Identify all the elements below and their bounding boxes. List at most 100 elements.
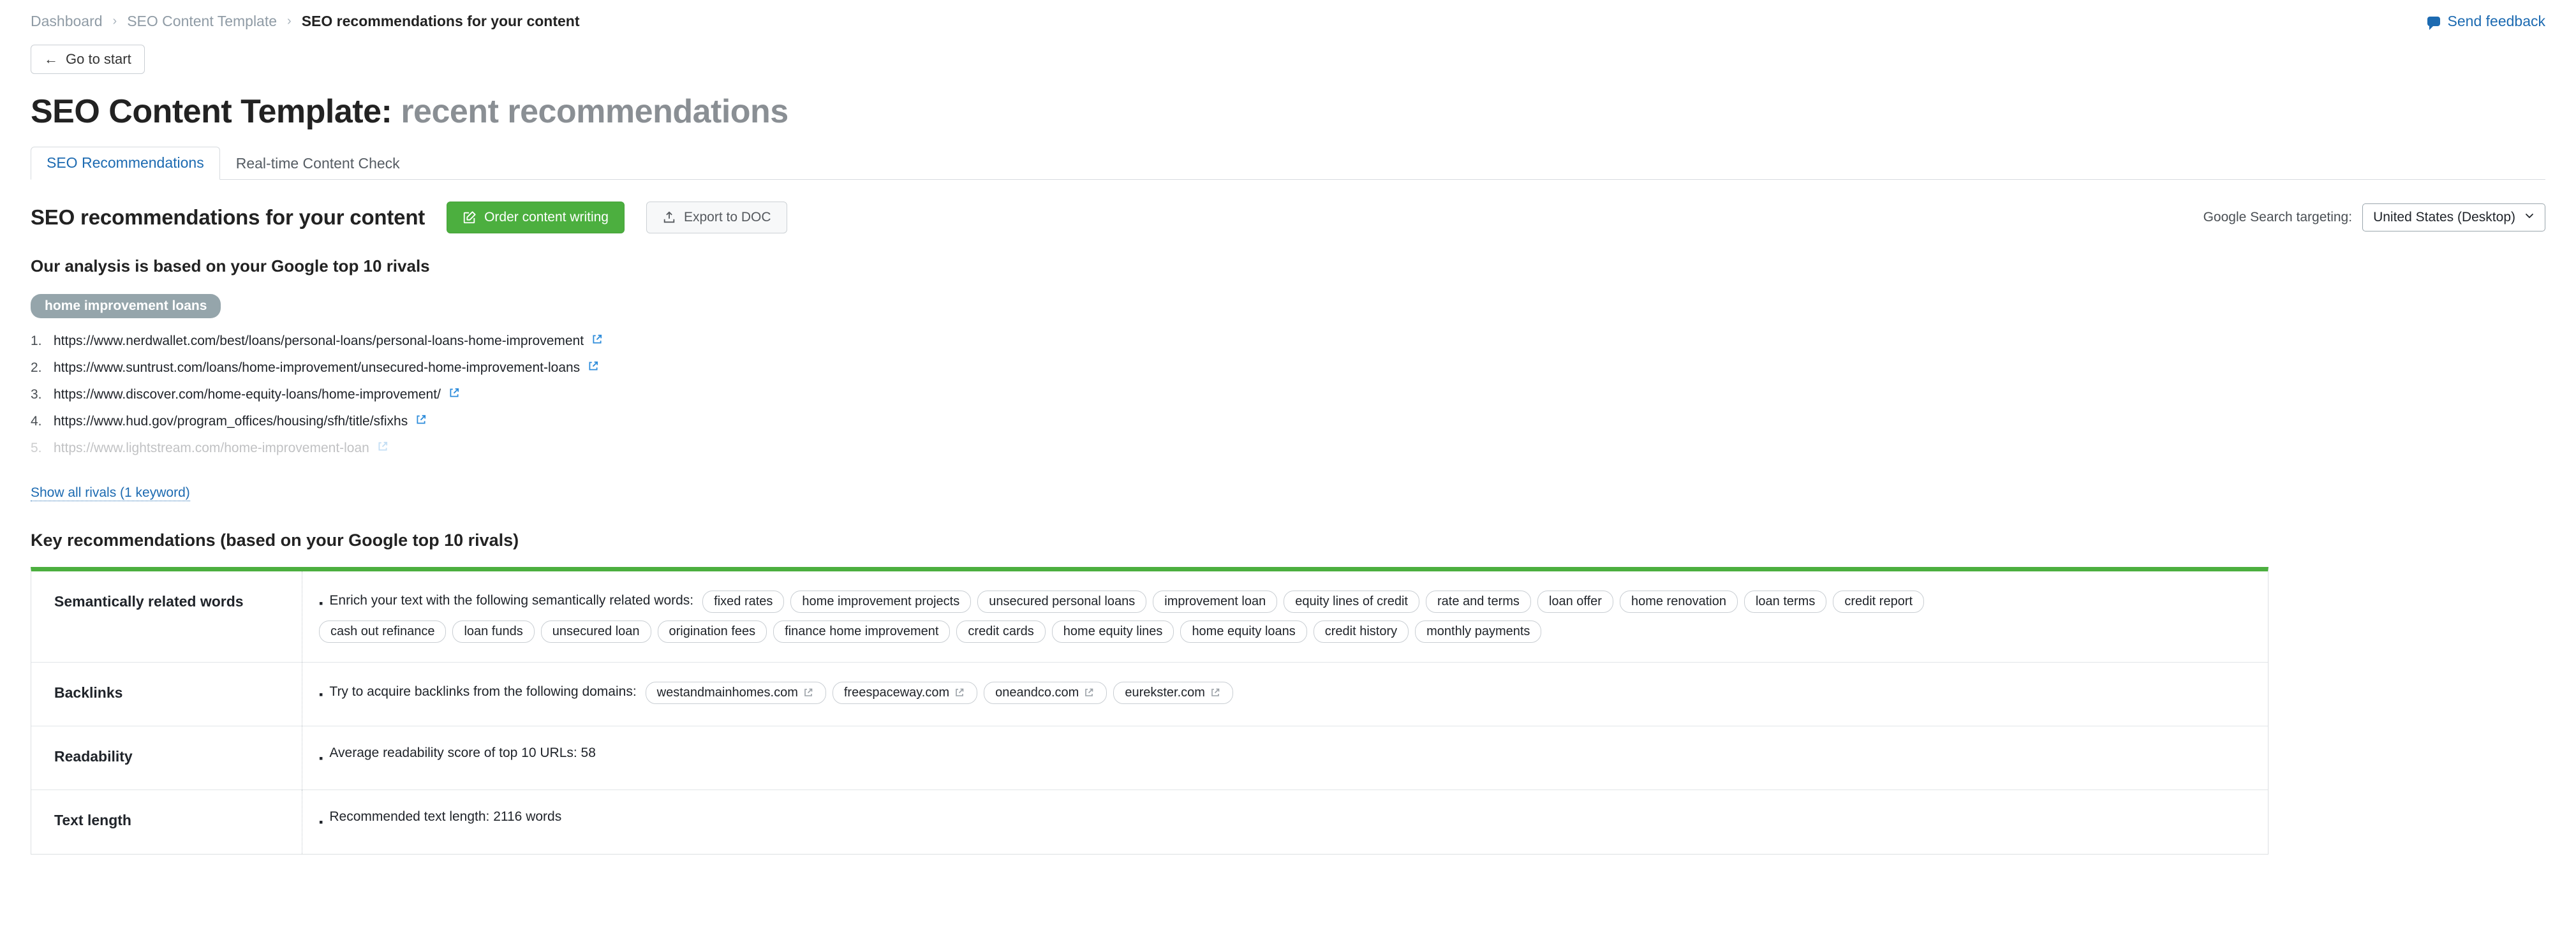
external-link-icon[interactable] <box>591 334 603 345</box>
go-to-start-label: Go to start <box>66 51 131 67</box>
rival-url[interactable]: https://www.hud.gov/program_offices/hous… <box>54 414 408 429</box>
keyword-pill[interactable]: home improvement loans <box>31 293 221 318</box>
page-title-light: recent recommendations <box>401 93 788 130</box>
table-row: Semantically related words ▪ Enrich your… <box>31 571 2268 663</box>
breadcrumb-item-current: SEO recommendations for your content <box>301 12 580 29</box>
arrow-left-icon: ← <box>44 51 58 67</box>
word-chip[interactable]: unsecured loan <box>540 620 651 643</box>
list-item[interactable]: 4. https://www.hud.gov/program_offices/h… <box>31 414 2545 429</box>
word-chip[interactable]: unsecured personal loans <box>977 590 1147 613</box>
keyword-row: home improvement loans <box>0 276 2576 318</box>
domain-chip-label: oneandco.com <box>995 685 1079 700</box>
word-chip[interactable]: home equity loans <box>1180 620 1307 643</box>
show-all-rivals-link[interactable]: Show all rivals (1 keyword) <box>31 485 190 501</box>
domain-chip[interactable]: westandmainhomes.com <box>645 681 826 704</box>
word-chip[interactable]: credit cards <box>956 620 1046 643</box>
table-row: Text length ▪ Recommended text length: 2… <box>31 789 2268 854</box>
bullet-icon: ▪ <box>319 596 323 610</box>
external-link-icon[interactable] <box>377 441 389 452</box>
send-feedback-link[interactable]: Send feedback <box>2427 13 2545 30</box>
rival-number: 3. <box>31 386 42 402</box>
chip-group-row2: cash out refinance loan funds unsecured … <box>319 620 2250 643</box>
word-chip[interactable]: rate and terms <box>1425 590 1531 613</box>
word-chip[interactable]: home improvement projects <box>790 590 972 613</box>
section-title: SEO recommendations for your content <box>31 205 426 229</box>
analysis-subtitle: Our analysis is based on your Google top… <box>31 256 430 275</box>
targeting-select[interactable]: United States (Desktop) <box>2362 203 2545 231</box>
domain-chip[interactable]: eurekster.com <box>1113 681 1233 704</box>
top-bar: Dashboard › SEO Content Template › SEO r… <box>0 0 2576 31</box>
seo-content-template-page: Dashboard › SEO Content Template › SEO r… <box>0 0 2576 940</box>
domain-chip-label: westandmainhomes.com <box>656 685 798 700</box>
row-label: Readability <box>31 726 302 789</box>
page-title: SEO Content Template: recent recommendat… <box>0 74 2576 131</box>
tab-real-time-content-check[interactable]: Real-time Content Check <box>220 147 416 180</box>
page-title-strong: SEO Content Template: <box>31 93 392 130</box>
word-chip[interactable]: improvement loan <box>1153 590 1278 613</box>
targeting-label: Google Search targeting: <box>2203 209 2353 224</box>
tab-bar: SEO Recommendations Real-time Content Ch… <box>31 147 2545 180</box>
word-chip[interactable]: loan offer <box>1537 590 1613 613</box>
word-chip[interactable]: fixed rates <box>702 590 785 613</box>
external-link-icon[interactable] <box>588 360 599 372</box>
tab-seo-recommendations[interactable]: SEO Recommendations <box>31 147 220 180</box>
send-feedback-label: Send feedback <box>2447 12 2545 29</box>
external-link-icon[interactable] <box>1210 687 1222 698</box>
breadcrumb-item-seo-content-template[interactable]: SEO Content Template <box>127 13 277 29</box>
backlinks-line: ▪ Try to acquire backlinks from the foll… <box>319 681 2250 704</box>
readability-line: ▪ Average readability score of top 10 UR… <box>319 745 2250 764</box>
targeting-value: United States (Desktop) <box>2373 209 2515 224</box>
word-chip[interactable]: monthly payments <box>1415 620 1542 643</box>
external-link-icon[interactable] <box>954 687 966 698</box>
tab-label: Real-time Content Check <box>235 155 400 172</box>
list-item[interactable]: 2. https://www.suntrust.com/loans/home-i… <box>31 360 2545 376</box>
row-content: ▪ Try to acquire backlinks from the foll… <box>302 663 2268 726</box>
key-recommendations-title: Key recommendations (based on your Googl… <box>31 530 519 550</box>
row-text: Try to acquire backlinks from the follow… <box>329 684 637 699</box>
export-to-doc-label: Export to DOC <box>683 209 771 224</box>
domain-chip-label: eurekster.com <box>1125 685 1205 700</box>
word-chip[interactable]: loan funds <box>452 620 535 643</box>
order-content-writing-button[interactable]: Order content writing <box>447 201 625 233</box>
bullet-icon: ▪ <box>319 815 323 828</box>
rival-url[interactable]: https://www.discover.com/home-equity-loa… <box>54 387 441 402</box>
row-label: Semantically related words <box>31 571 302 662</box>
export-to-doc-button[interactable]: Export to DOC <box>646 201 787 233</box>
breadcrumb-item-dashboard[interactable]: Dashboard <box>31 13 103 29</box>
breadcrumb-separator-icon: › <box>287 14 292 28</box>
row-content: ▪ Enrich your text with the following se… <box>302 571 2268 662</box>
word-chip[interactable]: home renovation <box>1619 590 1738 613</box>
word-chip[interactable]: finance home improvement <box>773 620 951 643</box>
word-chip[interactable]: home equity lines <box>1051 620 1174 643</box>
word-chip[interactable]: cash out refinance <box>319 620 447 643</box>
list-item[interactable]: 3. https://www.discover.com/home-equity-… <box>31 387 2545 402</box>
upload-icon <box>662 210 676 224</box>
domain-chip[interactable]: oneandco.com <box>984 681 1107 704</box>
word-chip[interactable]: loan terms <box>1743 590 1827 613</box>
row-text: Average readability score of top 10 URLs… <box>329 745 596 760</box>
word-chip[interactable]: credit history <box>1313 620 1409 643</box>
google-search-targeting: Google Search targeting: United States (… <box>2203 203 2545 231</box>
rival-url[interactable]: https://www.lightstream.com/home-improve… <box>54 441 369 456</box>
external-link-icon[interactable] <box>415 414 427 425</box>
chevron-down-icon <box>2524 210 2535 224</box>
external-link-icon[interactable] <box>1084 687 1095 698</box>
order-content-writing-label: Order content writing <box>484 209 609 224</box>
external-link-icon[interactable] <box>448 387 460 399</box>
rival-url[interactable]: https://www.suntrust.com/loans/home-impr… <box>54 360 580 376</box>
row-label: Backlinks <box>31 662 302 726</box>
rival-number: 4. <box>31 413 42 429</box>
domain-chip[interactable]: freespaceway.com <box>832 681 978 704</box>
list-item[interactable]: 5. https://www.lightstream.com/home-impr… <box>31 441 2545 456</box>
table-row: Backlinks ▪ Try to acquire backlinks fro… <box>31 662 2268 726</box>
list-item[interactable]: 1. https://www.nerdwallet.com/best/loans… <box>31 334 2545 349</box>
word-chip[interactable]: credit report <box>1833 590 1925 613</box>
external-link-icon[interactable] <box>803 687 815 698</box>
speech-bubble-icon <box>2427 16 2440 30</box>
section-header-left: SEO recommendations for your content Ord… <box>31 201 787 233</box>
word-chip[interactable]: origination fees <box>657 620 767 643</box>
rival-url[interactable]: https://www.nerdwallet.com/best/loans/pe… <box>54 334 584 349</box>
word-chip[interactable]: equity lines of credit <box>1284 590 1419 613</box>
bullet-icon: ▪ <box>319 751 323 765</box>
go-to-start-button[interactable]: ← Go to start <box>31 45 145 74</box>
